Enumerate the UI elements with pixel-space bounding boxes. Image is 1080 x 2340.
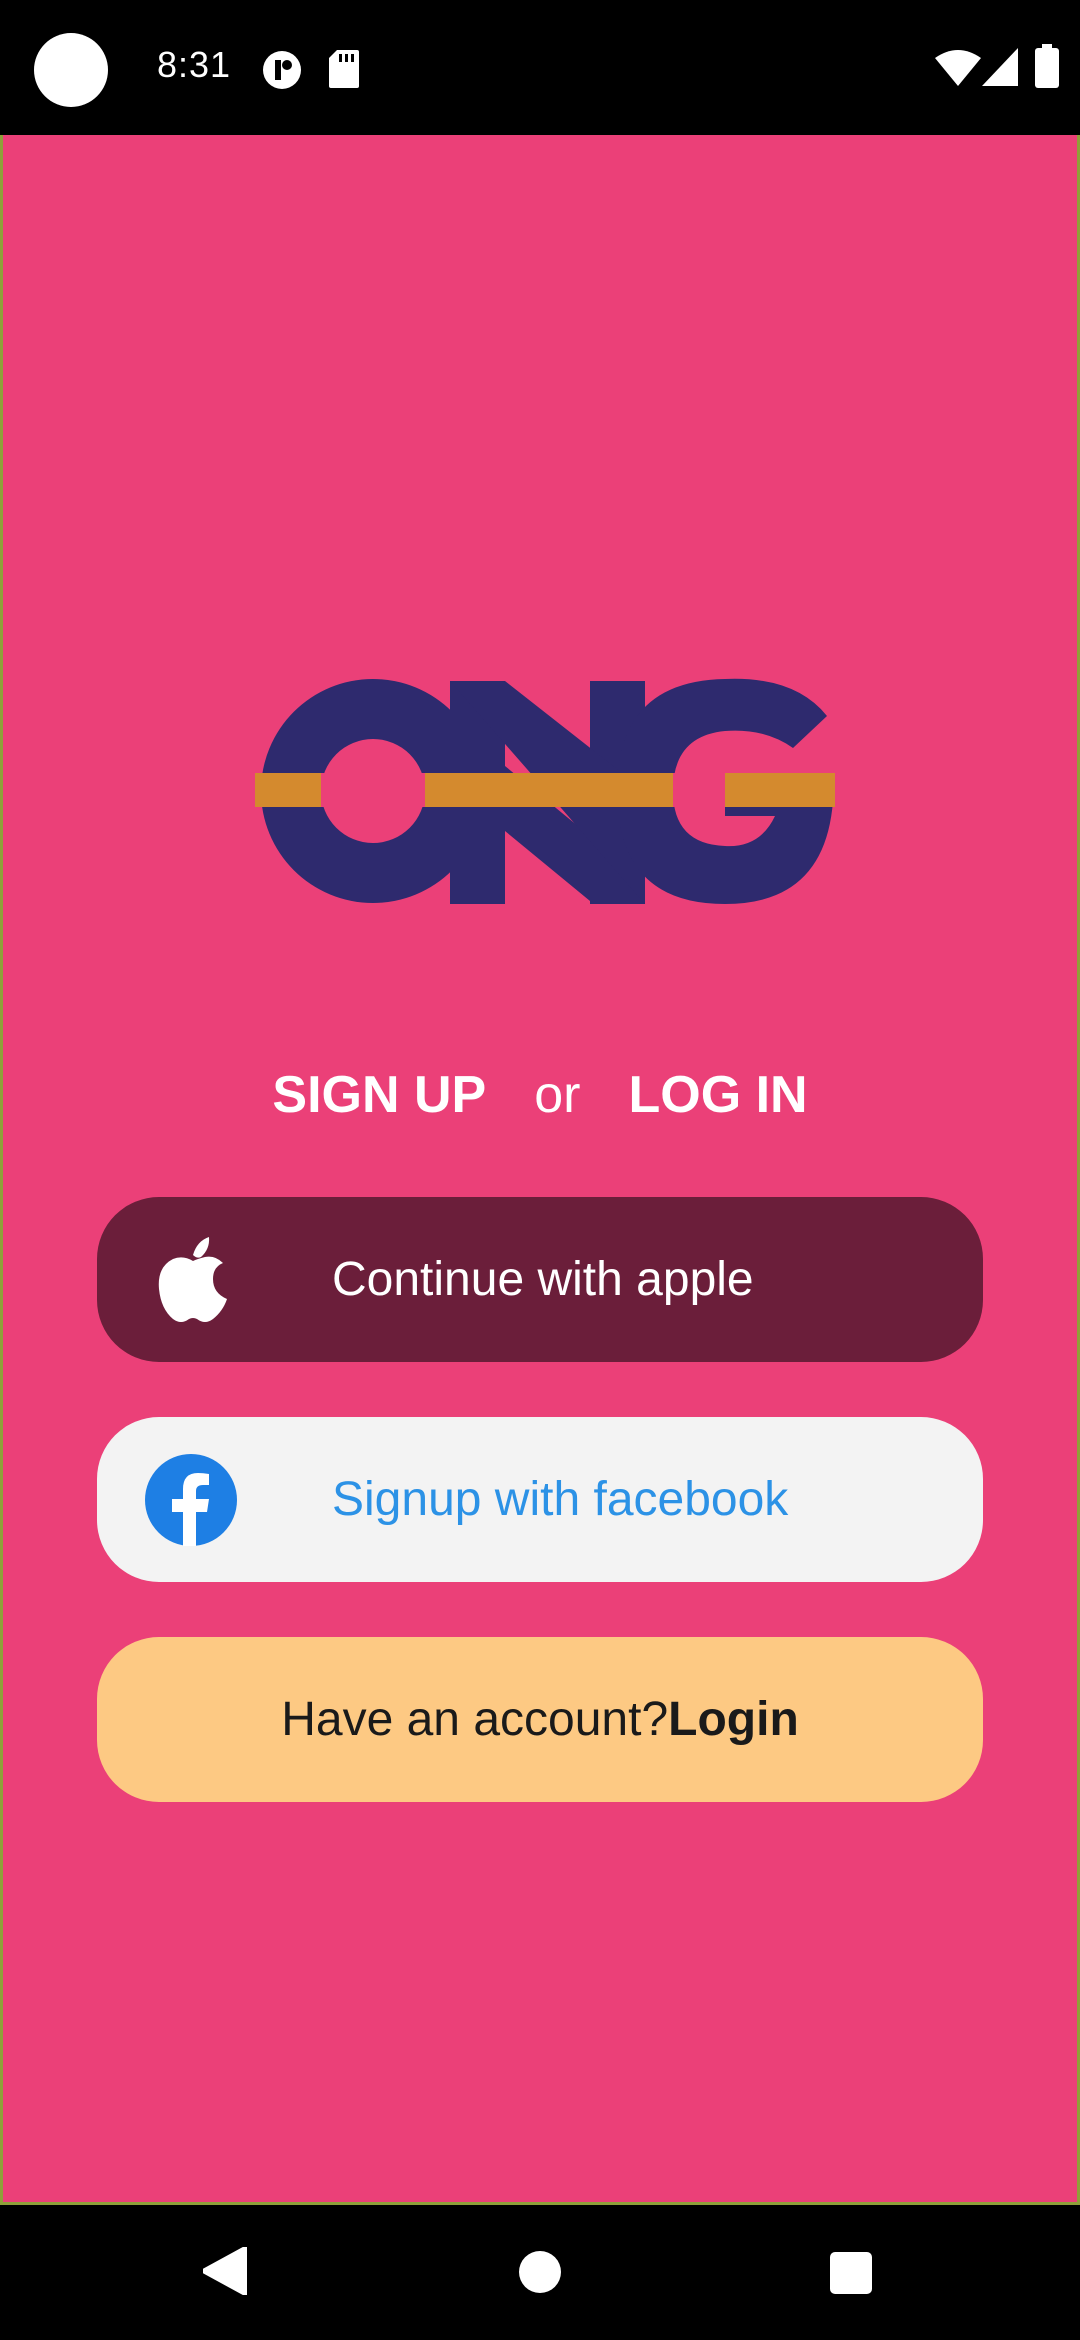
- signup-with-facebook-button[interactable]: Signup with facebook: [97, 1417, 983, 1582]
- home-icon[interactable]: [518, 2250, 562, 2294]
- login-link[interactable]: LOG IN: [628, 1066, 807, 1124]
- facebook-icon: [145, 1454, 237, 1546]
- back-icon[interactable]: [203, 2247, 247, 2295]
- sd-card-icon: [329, 50, 359, 88]
- apple-icon: [158, 1237, 227, 1322]
- have-account-login-button[interactable]: Have an account?Login: [97, 1637, 983, 1802]
- auth-heading: SIGN UP or LOG IN: [0, 1065, 1080, 1125]
- continue-with-apple-button[interactable]: Continue with apple: [97, 1197, 983, 1362]
- wifi-icon: [935, 50, 981, 86]
- navigation-bar: [0, 2205, 1080, 2340]
- or-separator: or: [534, 1066, 581, 1124]
- signup-link[interactable]: SIGN UP: [272, 1066, 486, 1124]
- signal-icon: [982, 48, 1018, 86]
- status-bar: 8:31: [0, 0, 1080, 135]
- onboarding-screen: SIGN UP or LOG IN Continue with apple Sign…: [0, 135, 1080, 2205]
- login-action-text: Login: [668, 1693, 799, 1746]
- battery-icon: [1035, 44, 1059, 88]
- have-account-text: Have an account?: [281, 1693, 669, 1746]
- recents-icon[interactable]: [830, 2252, 872, 2294]
- phone-screen: 8:31 SIGN UP or LOG IN Continue with app…: [0, 0, 1080, 2340]
- ong-logo: [255, 678, 835, 904]
- facebook-button-label: Signup with facebook: [332, 1473, 789, 1526]
- login-button-label: Have an account?Login: [97, 1637, 983, 1802]
- status-time: 8:31: [157, 44, 232, 85]
- apple-button-label: Continue with apple: [332, 1253, 754, 1306]
- camera-cutout: [34, 33, 108, 107]
- notification-icon: [263, 51, 301, 89]
